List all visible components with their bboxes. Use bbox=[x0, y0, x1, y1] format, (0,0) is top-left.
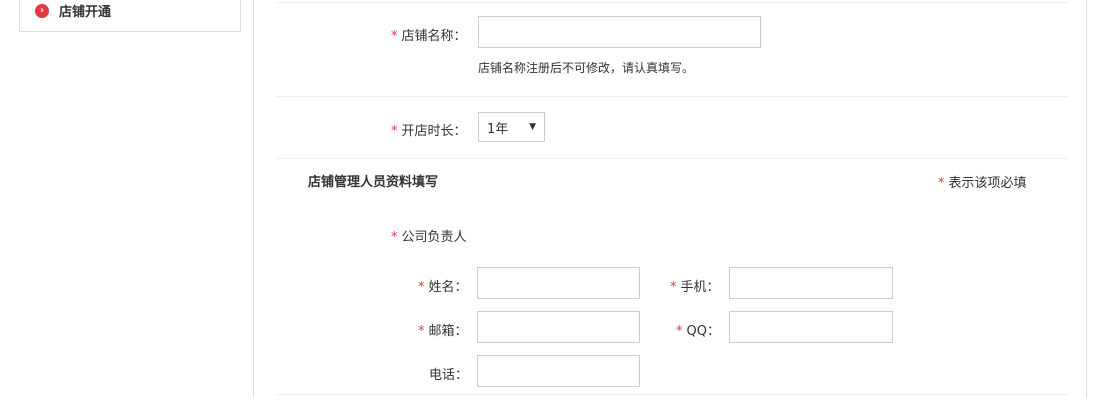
sidebar-item-label: 店铺开通 bbox=[59, 5, 112, 20]
chevron-right-circle-icon: › bbox=[35, 3, 49, 18]
email-input[interactable] bbox=[477, 311, 640, 343]
divider bbox=[277, 2, 1067, 3]
required-legend: * 表示该项必填 bbox=[938, 176, 1027, 191]
required-mark: * bbox=[391, 230, 398, 245]
divider bbox=[277, 158, 1067, 159]
page: › 店铺开通 * 店铺名称： 店铺名称注册后不可修改，请认真填写。 * 开店时长： … bbox=[0, 0, 1110, 420]
shop-name-input[interactable] bbox=[478, 16, 761, 48]
sidebar: › 店铺开通 bbox=[19, 0, 241, 32]
email-label: * 邮箱： bbox=[418, 324, 468, 339]
required-mark: * bbox=[670, 280, 677, 295]
mobile-label: * 手机： bbox=[670, 280, 720, 295]
required-mark: * bbox=[418, 280, 425, 295]
section-title: 店铺管理人员资料填写 bbox=[308, 175, 439, 190]
sidebar-item-shop-open[interactable]: › 店铺开通 bbox=[35, 1, 111, 20]
open-duration-value: 1年 bbox=[487, 121, 509, 137]
required-mark: * bbox=[391, 124, 398, 139]
required-mark: * bbox=[391, 29, 398, 44]
required-mark: * bbox=[676, 324, 683, 339]
name-input[interactable] bbox=[477, 267, 640, 299]
main-panel: * 店铺名称： 店铺名称注册后不可修改，请认真填写。 * 开店时长： 1年 ▼ 店铺… bbox=[253, 0, 1087, 398]
required-mark: * bbox=[938, 176, 945, 191]
phone-label: 电话： bbox=[429, 368, 469, 383]
company-head-label: * 公司负责人 bbox=[391, 230, 467, 245]
phone-input[interactable] bbox=[477, 355, 640, 387]
qq-input[interactable] bbox=[729, 311, 893, 343]
shop-name-label: * 店铺名称： bbox=[391, 29, 467, 44]
caret-down-icon: ▼ bbox=[529, 122, 536, 132]
open-duration-label: * 开店时长： bbox=[391, 124, 467, 139]
open-duration-select[interactable]: 1年 ▼ bbox=[478, 112, 545, 142]
divider bbox=[277, 394, 1067, 395]
qq-label: * QQ： bbox=[676, 324, 720, 339]
shop-name-hint: 店铺名称注册后不可修改，请认真填写。 bbox=[478, 61, 695, 75]
name-label: * 姓名： bbox=[418, 280, 468, 295]
divider bbox=[277, 96, 1067, 97]
required-mark: * bbox=[418, 324, 425, 339]
mobile-input[interactable] bbox=[729, 267, 893, 299]
